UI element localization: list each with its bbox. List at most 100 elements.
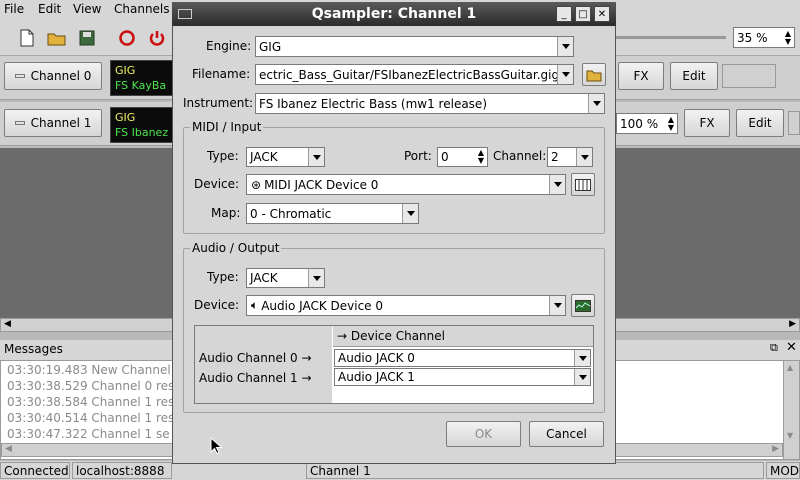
engine-select[interactable]: GIG	[255, 36, 574, 57]
menu-view[interactable]: View	[73, 2, 101, 16]
spin-arrows-icon[interactable]: ▲ ▼	[782, 29, 794, 46]
channel-0-button[interactable]: Channel 0	[4, 62, 102, 90]
channel-0-display: GIG FS KayBa	[110, 60, 176, 96]
channel-1-label: Channel 1	[30, 116, 92, 130]
audio-meter-icon	[575, 299, 591, 312]
chevron-down-icon[interactable]	[402, 204, 418, 223]
chevron-down-icon[interactable]	[549, 296, 565, 315]
dialog-titlebar[interactable]: Qsampler: Channel 1	[172, 2, 616, 26]
routing-row-1-select[interactable]: Audio JACK 1	[334, 368, 591, 386]
zoom-spinbox[interactable]: 35 % ▲ ▼	[733, 27, 795, 48]
menu-edit[interactable]: Edit	[38, 2, 61, 16]
channel-1-edit-button[interactable]: Edit	[736, 109, 784, 137]
chevron-down-icon[interactable]	[308, 148, 324, 166]
message-line: 03:30:38.584 Channel 1 res	[7, 395, 175, 409]
instrument-select[interactable]: FS Ibanez Electric Bass (mw1 release)	[255, 93, 605, 114]
scroll-right-icon[interactable]: ▶	[789, 319, 796, 329]
status-host: localhost:8888	[72, 462, 172, 479]
power-icon[interactable]	[144, 25, 170, 51]
chevron-down-icon[interactable]	[574, 350, 590, 366]
midi-channel-select[interactable]: 2	[547, 147, 593, 167]
filename-value: ectric_Bass_Guitar/FSIbanezElectricBassG…	[259, 67, 557, 82]
midi-type-label: Type:	[207, 149, 239, 163]
midi-device-setup-button[interactable]	[571, 173, 595, 196]
maximize-icon[interactable]: □	[575, 6, 591, 22]
instrument-value: FS Ibanez Electric Bass (mw1 release)	[259, 96, 487, 111]
dialog-title: Qsampler: Channel 1	[311, 6, 477, 22]
channel-1-button[interactable]: Channel 1	[4, 109, 102, 137]
spin-arrows-icon[interactable]: ▲ ▼	[665, 115, 677, 132]
open-folder-icon	[586, 70, 602, 81]
midi-map-label: Map:	[211, 206, 241, 220]
scroll-right-icon[interactable]: ▶	[772, 444, 779, 454]
channel-0-label: Channel 0	[30, 69, 92, 83]
message-line: 03:30:38.529 Channel 0 res	[7, 379, 175, 393]
midi-type-value: JACK	[250, 150, 278, 164]
close-icon[interactable]: ✕	[786, 340, 797, 355]
scroll-down-icon[interactable]: ▼	[787, 431, 793, 440]
midi-input-title: MIDI / Input	[190, 120, 264, 134]
instrument-label: Instrument:	[183, 96, 254, 110]
audio-output-title: Audio / Output	[190, 241, 282, 255]
open-folder-icon[interactable]	[44, 25, 70, 51]
status-channel: Channel 1	[306, 462, 764, 479]
strip-handle-icon	[14, 121, 25, 125]
save-icon[interactable]	[74, 25, 100, 51]
scroll-left-icon[interactable]: ◀	[5, 444, 12, 454]
scroll-up-icon[interactable]: ▲	[787, 363, 793, 372]
strip-handle-icon	[14, 74, 25, 78]
chevron-down-icon[interactable]	[549, 175, 565, 194]
audio-device-select[interactable]: 🔈︎ Audio JACK Device 0	[246, 295, 566, 316]
record-icon[interactable]	[114, 25, 140, 51]
midi-type-select[interactable]: JACK	[246, 147, 325, 167]
scroll-left-icon[interactable]: ◀	[4, 319, 11, 329]
engine-value: GIG	[259, 39, 282, 54]
undock-icon[interactable]: ⧉	[770, 341, 778, 355]
audio-device-value: Audio JACK Device 0	[261, 298, 384, 313]
speaker-icon: 🔈︎	[251, 298, 259, 312]
audio-device-setup-button[interactable]	[571, 294, 595, 317]
channel-1-display: GIG FS Ibanez	[110, 107, 176, 143]
chevron-down-icon[interactable]	[588, 94, 604, 113]
audio-type-value: JACK	[250, 271, 278, 285]
browse-file-button[interactable]	[582, 63, 606, 86]
chevron-down-icon[interactable]	[574, 369, 590, 385]
chevron-down-icon[interactable]	[557, 65, 573, 84]
filename-label: Filename:	[192, 67, 251, 81]
channel-1-fx-button[interactable]: FX	[684, 109, 730, 137]
midi-device-label: Device:	[194, 177, 240, 191]
cancel-button[interactable]: Cancel	[529, 421, 604, 447]
minimize-icon[interactable]: _	[556, 6, 572, 22]
routing-row-1-value: Audio JACK 1	[338, 370, 415, 384]
channel-0-engine: GIG	[115, 64, 136, 77]
message-line: 03:30:40.514 Channel 1 res	[7, 411, 175, 425]
routing-row-label-0: Audio Channel 0 →	[199, 351, 312, 365]
routing-row-0-value: Audio JACK 0	[338, 351, 415, 365]
chevron-down-icon[interactable]	[576, 148, 592, 166]
midi-device-select[interactable]: ⊛ MIDI JACK Device 0	[246, 174, 566, 195]
ok-button[interactable]: OK	[446, 421, 521, 447]
new-file-icon[interactable]	[14, 25, 40, 51]
spin-arrows-icon[interactable]: ▲ ▼	[475, 149, 487, 165]
chevron-down-icon[interactable]	[308, 269, 324, 287]
midi-map-select[interactable]: 0 - Chromatic	[246, 203, 419, 224]
channel-0-meter	[722, 64, 776, 88]
zoom-slider[interactable]	[616, 27, 726, 47]
status-connection: Connected	[0, 462, 70, 479]
routing-row-0-select[interactable]: Audio JACK 0	[334, 349, 591, 367]
channel-0-edit-button[interactable]: Edit	[670, 62, 718, 90]
dialog-close-icon[interactable]: ✕	[594, 6, 610, 22]
menu-file[interactable]: File	[4, 2, 24, 16]
messages-scrollbar[interactable]: ▲ ▼	[783, 361, 799, 459]
chevron-down-icon[interactable]	[557, 37, 573, 56]
channel-0-fx-button[interactable]: FX	[618, 62, 664, 90]
audio-device-label: Device:	[194, 298, 240, 312]
audio-type-label: Type:	[207, 270, 239, 284]
menu-channels[interactable]: Channels	[114, 2, 170, 16]
routing-column-header: → Device Channel	[333, 326, 593, 347]
midi-port-spinbox[interactable]: 0 ▲ ▼	[437, 147, 488, 167]
channel-1-volume[interactable]: 100 % ▲ ▼	[616, 113, 678, 134]
filename-select[interactable]: ectric_Bass_Guitar/FSIbanezElectricBassG…	[255, 64, 574, 85]
audio-type-select[interactable]: JACK	[246, 268, 325, 288]
messages-title: Messages	[4, 342, 63, 356]
